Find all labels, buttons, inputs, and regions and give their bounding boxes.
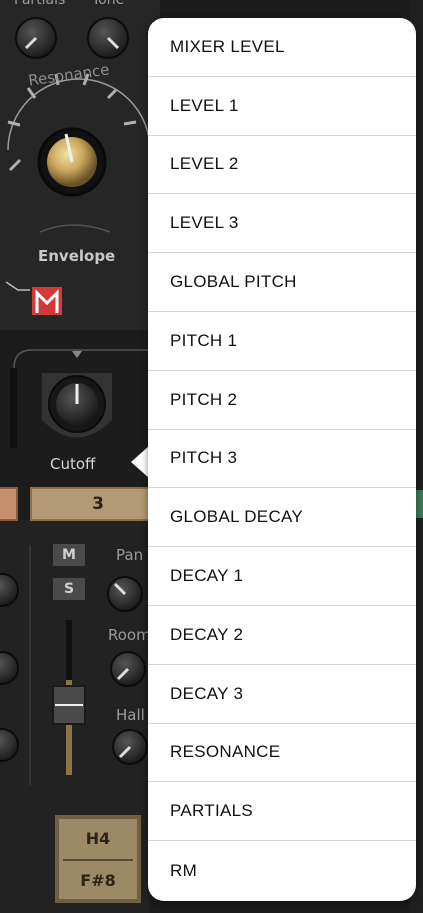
- slot-3[interactable]: 3: [30, 487, 166, 521]
- cutoff-label: Cutoff: [50, 455, 96, 473]
- envelope-label: Envelope: [38, 247, 116, 265]
- menu-item-pitch-2[interactable]: PITCH 2: [148, 371, 416, 430]
- hall-knob[interactable]: [112, 729, 148, 765]
- popover-arrow: [131, 446, 149, 478]
- menu-item-partials[interactable]: PARTIALS: [148, 782, 416, 842]
- menu-item-decay-2[interactable]: DECAY 2: [148, 606, 416, 665]
- resonance-knob[interactable]: [37, 127, 107, 197]
- tone-label: Tone: [92, 0, 125, 8]
- pan-knob[interactable]: [107, 576, 143, 612]
- menu-item-level-3[interactable]: LEVEL 3: [148, 194, 416, 254]
- preset-top: H4: [85, 829, 111, 848]
- room-knob[interactable]: [110, 651, 146, 687]
- pan-label: Pan: [116, 546, 144, 564]
- menu-item-level-2[interactable]: LEVEL 2: [148, 136, 416, 195]
- mute-button[interactable]: M: [53, 544, 85, 566]
- solo-button[interactable]: S: [53, 578, 85, 600]
- preset-display[interactable]: H4 F#8: [55, 815, 141, 903]
- hall-label: Hall: [116, 706, 145, 724]
- menu-item-global-pitch[interactable]: GLOBAL PITCH: [148, 253, 416, 312]
- slot-left[interactable]: [0, 487, 18, 521]
- menu-item-decay-1[interactable]: DECAY 1: [148, 547, 416, 606]
- menu-item-level-1[interactable]: LEVEL 1: [148, 77, 416, 136]
- menu-item-pitch-3[interactable]: PITCH 3: [148, 430, 416, 489]
- modulation-target-menu: MIXER LEVEL LEVEL 1 LEVEL 2 LEVEL 3 GLOB…: [148, 18, 416, 901]
- menu-item-decay-3[interactable]: DECAY 3: [148, 665, 416, 724]
- menu-item-pitch-1[interactable]: PITCH 1: [148, 312, 416, 371]
- menu-item-global-decay[interactable]: GLOBAL DECAY: [148, 488, 416, 548]
- menu-item-rm[interactable]: RM: [148, 841, 416, 900]
- partials-label: Partials: [14, 0, 66, 8]
- menu-item-mixer-level[interactable]: MIXER LEVEL: [148, 18, 416, 77]
- partials-knob[interactable]: [15, 17, 57, 59]
- preset-bottom: F#8: [80, 871, 116, 890]
- room-label: Room: [108, 626, 151, 644]
- menu-item-resonance[interactable]: RESONANCE: [148, 724, 416, 783]
- tone-knob[interactable]: [87, 17, 129, 59]
